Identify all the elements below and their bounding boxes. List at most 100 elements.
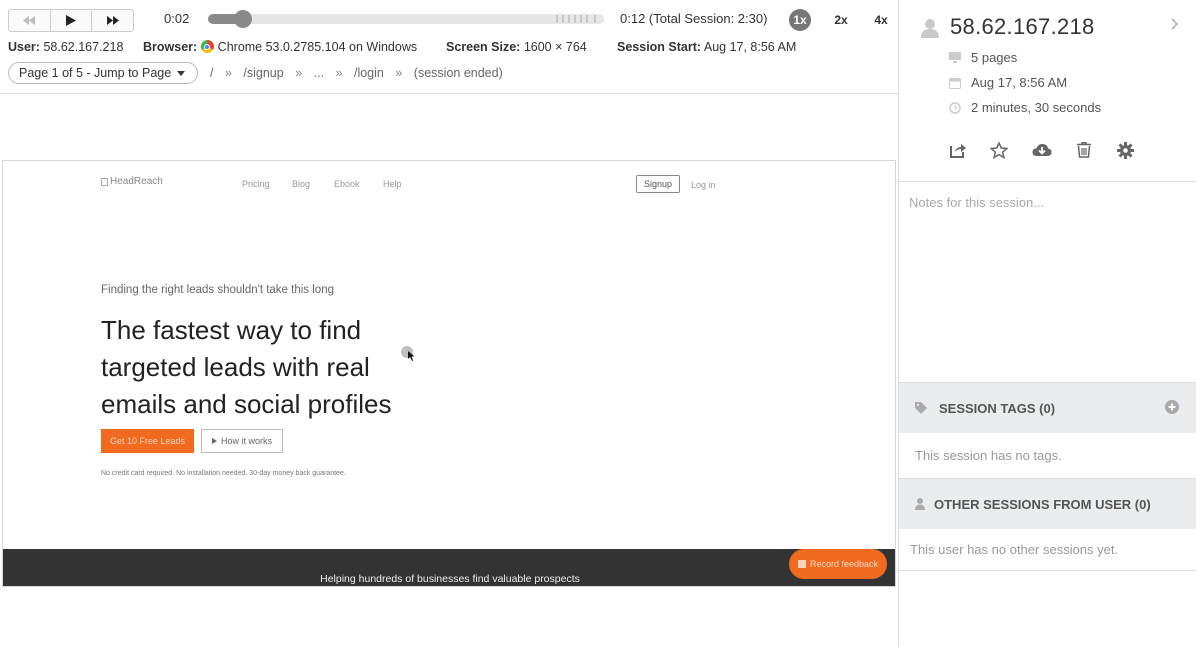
crumb-session-ended: (session ended) <box>413 66 503 80</box>
timeline-tick <box>586 15 588 23</box>
crumb-ellipsis[interactable]: ... <box>314 66 324 80</box>
chrome-icon <box>200 40 214 53</box>
timeline-slider[interactable] <box>208 10 604 28</box>
site-cta-button: Get 10 Free Leads <box>101 429 194 453</box>
site-login-link: Log in <box>691 180 716 190</box>
share-icon <box>950 144 966 158</box>
site-feedback-label: Record feedback <box>809 559 879 569</box>
session-ip-title: 58.62.167.218 <box>950 14 1095 39</box>
site-record-feedback-button: Record feedback <box>789 549 887 579</box>
site-logo-alt: HeadReach <box>110 176 163 187</box>
meta-browser-label: Browser: <box>143 40 198 54</box>
share-button[interactable] <box>947 139 969 161</box>
crumb-login[interactable]: /login <box>354 66 384 80</box>
speed-1x-button[interactable]: 1x <box>789 9 811 31</box>
monitor-icon <box>949 52 961 63</box>
jump-to-page-dropdown[interactable]: Page 1 of 5 - Jump to Page <box>8 62 199 84</box>
site-nav-pricing: Pricing <box>242 179 270 189</box>
crumb-root[interactable]: / <box>210 66 213 80</box>
crumb-separator: » <box>295 66 303 80</box>
session-tags-title: SESSION TAGS (0) <box>939 400 1056 416</box>
timeline-tick <box>580 15 582 23</box>
calendar-icon <box>949 77 961 89</box>
caret-down-icon <box>177 70 186 76</box>
feedback-icon <box>797 560 806 568</box>
meta-user-value: 58.62.167.218 <box>43 40 124 54</box>
meta-start-label: Session Start: <box>617 40 702 54</box>
site-nav-blog: Blog <box>292 179 311 189</box>
timeline-handle[interactable] <box>234 10 252 28</box>
site-nav-help: Help <box>383 179 402 189</box>
player-toolbar: 0:02 0:12 (Total Session: 2:30) 1x 2x 4x… <box>0 0 898 94</box>
session-tags-header: SESSION TAGS (0) <box>899 383 1196 433</box>
user-icon <box>915 498 925 510</box>
other-sessions-title: OTHER SESSIONS FROM USER (0) <box>934 496 1151 512</box>
site-nav-ebook: Ebook <box>334 179 360 189</box>
site-kicker: Finding the right leads shouldn't take t… <box>101 284 334 296</box>
broken-image-icon <box>101 177 108 186</box>
fast-forward-icon <box>106 16 119 25</box>
mouse-cursor-icon <box>408 351 415 361</box>
other-sessions-header: OTHER SESSIONS FROM USER (0) <box>899 479 1196 529</box>
meta-screen-label: Screen Size: <box>446 40 521 54</box>
site-logo: HeadReach <box>101 176 163 187</box>
trash-icon <box>1077 142 1091 158</box>
jump-to-page-label: Page 1 of 5 - Jump to Page <box>19 66 172 80</box>
site-how-label: How it works <box>220 436 272 446</box>
playback-controls <box>8 9 134 32</box>
speed-4x-button[interactable]: 4x <box>870 9 892 31</box>
play-icon <box>211 438 217 444</box>
session-tags-empty: This session has no tags. <box>899 433 1196 479</box>
settings-button[interactable] <box>1114 139 1136 161</box>
page-breadcrumb: / » /signup » ... » /login » (session en… <box>210 66 511 80</box>
session-duration-row: 2 minutes, 30 seconds <box>949 100 1101 115</box>
delete-button[interactable] <box>1073 139 1095 161</box>
site-footer-banner: Helping hundreds of businesses find valu… <box>3 549 895 586</box>
session-duration: 2 minutes, 30 seconds <box>971 100 1102 115</box>
site-headline-line: The fastest way to find <box>101 315 362 345</box>
meta-screen-size: Screen Size: 1600 × 764 <box>446 40 587 54</box>
favorite-button[interactable] <box>988 139 1010 161</box>
add-tag-button[interactable] <box>1165 400 1179 414</box>
play-icon <box>66 15 76 26</box>
crumb-separator: » <box>335 66 343 80</box>
meta-session-start: Session Start: Aug 17, 8:56 AM <box>617 40 796 54</box>
site-how-it-works-button: How it works <box>201 429 283 453</box>
rewind-icon <box>23 16 36 25</box>
user-icon <box>921 19 939 38</box>
site-headline-line: emails and social profiles <box>101 389 392 419</box>
other-sessions-empty: This user has no other sessions yet. <box>899 529 1196 571</box>
speed-2x-button[interactable]: 2x <box>830 9 852 31</box>
crumb-signup[interactable]: /signup <box>243 66 283 80</box>
session-summary: 58.62.167.218 5 pages Aug 17, 8:56 AM 2 … <box>899 0 1196 182</box>
session-sidebar: 58.62.167.218 5 pages Aug 17, 8:56 AM 2 … <box>898 0 1196 647</box>
replay-viewport: HeadReach Pricing Blog Ebook Help Signup… <box>2 160 896 587</box>
meta-user-label: User: <box>8 40 40 54</box>
session-actions <box>947 139 1147 161</box>
site-headline: The fastest way to find targeted leads w… <box>101 312 431 423</box>
download-button[interactable] <box>1031 139 1053 161</box>
timeline-tick <box>574 15 576 23</box>
site-signup-button: Signup <box>636 175 680 193</box>
clock-icon <box>949 101 961 114</box>
play-button[interactable] <box>51 10 93 31</box>
meta-screen-value: 1600 × 764 <box>523 40 587 54</box>
rewind-button[interactable] <box>9 10 51 31</box>
site-headline-line: targeted leads with real <box>101 352 370 382</box>
tag-icon <box>915 401 927 414</box>
timeline-tick <box>594 15 596 23</box>
session-notes-input[interactable] <box>899 183 1196 383</box>
timeline-tick <box>556 15 558 23</box>
timeline-tick <box>562 15 564 23</box>
meta-browser-value: Chrome 53.0.2785.104 on Windows <box>217 40 418 54</box>
gear-icon <box>1116 141 1134 159</box>
session-date-row: Aug 17, 8:56 AM <box>949 75 1067 90</box>
chevron-right-icon[interactable] <box>1171 18 1179 30</box>
current-time: 0:02 <box>164 11 190 26</box>
meta-start-value: Aug 17, 8:56 AM <box>703 40 797 54</box>
fast-forward-button[interactable] <box>92 10 133 31</box>
meta-user: User: 58.62.167.218 <box>8 40 123 54</box>
session-date: Aug 17, 8:56 AM <box>971 75 1068 90</box>
site-fine-print: No credit card required. No installation… <box>101 470 346 477</box>
crumb-separator: » <box>395 66 403 80</box>
